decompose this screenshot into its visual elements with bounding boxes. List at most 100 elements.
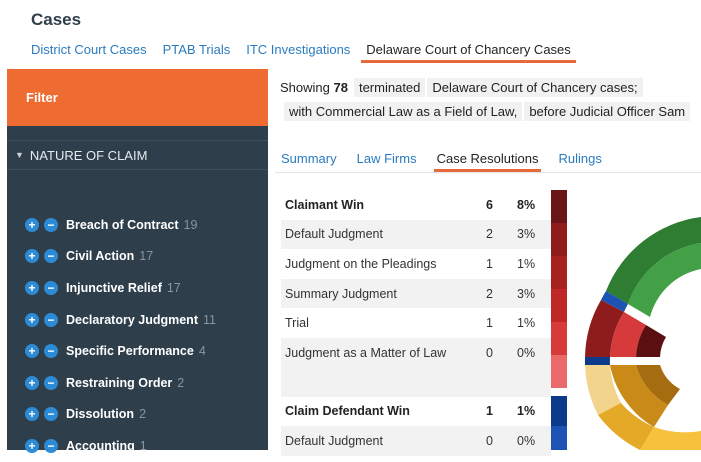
claimant-color-bar (551, 190, 567, 388)
claim-label[interactable]: Dissolution (66, 407, 134, 421)
tab-case-resolutions[interactable]: Case Resolutions (433, 151, 542, 172)
color-segment (551, 322, 567, 355)
result-count: 78 (333, 79, 348, 95)
tab-law-firms[interactable]: Law Firms (357, 151, 417, 166)
minus-icon[interactable]: − (44, 344, 58, 359)
resolution-percent: 3% (517, 286, 536, 301)
tabs-divider (275, 172, 701, 173)
minus-icon[interactable]: − (44, 312, 58, 327)
table-row[interactable]: Judgment as a Matter of Law 0 0% (281, 337, 551, 368)
claim-label[interactable]: Restraining Order (66, 376, 172, 390)
resolution-count: 0 (486, 433, 493, 448)
claim-item: + − Dissolution 2 (25, 399, 216, 431)
claim-item: + − Civil Action 17 (25, 241, 216, 273)
claim-count: 2 (139, 407, 147, 422)
results-summary: Showing 78 terminated Delaware Court of … (280, 75, 692, 123)
claim-label[interactable]: Breach of Contract (66, 218, 179, 232)
color-segment (551, 223, 567, 256)
claim-label[interactable]: Civil Action (66, 249, 134, 263)
filter-chip-status[interactable]: terminated (353, 77, 426, 97)
table-row[interactable]: Trial 1 1% (281, 308, 551, 338)
donut-segment-navy[interactable] (584, 357, 610, 365)
analytics-tabs: Summary Law Firms Case Resolutions Rulin… (281, 151, 622, 172)
resolution-label: Claimant Win (285, 197, 365, 212)
resolution-percent: 1% (517, 316, 536, 331)
page-title: Cases (31, 10, 82, 29)
claim-label[interactable]: Injunctive Relief (66, 281, 162, 295)
tab-district-court-cases[interactable]: District Court Cases (31, 42, 147, 57)
resolution-count: 6 (486, 197, 493, 212)
plus-icon[interactable]: + (25, 438, 39, 453)
resolution-count: 2 (486, 227, 493, 242)
resolution-label: Trial (285, 316, 309, 331)
resolution-percent: 8% (517, 197, 536, 212)
claim-count: 11 (202, 312, 216, 327)
table-row[interactable]: Claimant Win 6 8% (281, 190, 551, 220)
tab-rulings[interactable]: Rulings (558, 151, 601, 166)
donut-ring (584, 217, 701, 450)
color-segment (551, 256, 567, 289)
resolution-count: 2 (486, 286, 493, 301)
minus-icon[interactable]: − (44, 217, 58, 232)
showing-text: Showing 78 (280, 80, 350, 95)
tab-delaware-chancery-cases[interactable]: Delaware Court of Chancery Cases (361, 42, 577, 63)
resolution-percent: 0% (517, 345, 536, 360)
resolution-label: Summary Judgment (285, 286, 397, 301)
minus-icon[interactable]: − (44, 407, 58, 422)
plus-icon[interactable]: + (25, 312, 39, 327)
filter-chip-judge[interactable]: before Judicial Officer Sam (524, 101, 691, 121)
claim-item: + − Breach of Contract 19 (25, 209, 216, 241)
claim-list: + − Breach of Contract 19 + − Civil Action… (25, 209, 216, 462)
claim-count: 4 (198, 344, 206, 359)
plus-icon[interactable]: + (25, 280, 39, 295)
filter-sidebar: Filter ▼ NATURE OF CLAIM + − Breach of Co… (7, 69, 268, 453)
claim-label[interactable]: Declaratory Judgment (66, 313, 198, 327)
minus-icon[interactable]: − (44, 249, 58, 264)
nature-of-claim-toggle[interactable]: ▼ NATURE OF CLAIM (7, 140, 268, 170)
resolution-label: Claim Defendant Win (285, 404, 410, 419)
color-segment (551, 289, 567, 322)
resolution-percent: 3% (517, 227, 536, 242)
plus-icon[interactable]: + (25, 249, 39, 264)
plus-icon[interactable]: + (25, 407, 39, 422)
resolution-count: 1 (486, 256, 493, 271)
claim-label[interactable]: Accounting (66, 439, 135, 453)
plus-icon[interactable]: + (25, 375, 39, 390)
table-row[interactable]: Judgment on the Pleadings 1 1% (281, 249, 551, 279)
tab-ptab-trials[interactable]: PTAB Trials (163, 42, 231, 57)
table-row[interactable]: Default Judgment 0 0% (281, 426, 551, 456)
showing-prefix: Showing (280, 79, 330, 95)
minus-icon[interactable]: − (44, 438, 58, 453)
claim-label[interactable]: Specific Performance (66, 344, 194, 358)
plus-icon[interactable]: + (25, 217, 39, 232)
tab-itc-investigations[interactable]: ITC Investigations (246, 42, 350, 57)
claim-item: + − Declaratory Judgment 11 (25, 304, 216, 336)
filter-header[interactable]: Filter (7, 69, 268, 126)
table-row[interactable]: Summary Judgment 2 3% (281, 278, 551, 309)
minus-icon[interactable]: − (44, 375, 58, 390)
resolution-count: 0 (486, 345, 493, 360)
table-row[interactable]: Claim Defendant Win 1 1% (281, 397, 551, 427)
tab-summary[interactable]: Summary (281, 151, 337, 166)
resolution-label: Judgment as a Matter of Law (285, 345, 447, 360)
plus-icon[interactable]: + (25, 344, 39, 359)
caret-down-icon: ▼ (15, 150, 24, 160)
minus-icon[interactable]: − (44, 280, 58, 295)
claim-item: + − Restraining Order 2 (25, 367, 216, 399)
table-row[interactable]: Default Judgment 2 3% (281, 219, 551, 250)
resolution-percent: 1% (517, 404, 536, 419)
claim-item: + − Accounting 1 (25, 430, 216, 462)
color-segment (551, 426, 567, 450)
filter-chip-field-of-law[interactable]: with Commercial Law as a Field of Law, (284, 101, 523, 121)
resolution-percent: 1% (517, 256, 536, 271)
resolution-percent: 0% (517, 433, 536, 448)
claim-count: 19 (183, 217, 198, 232)
claim-count: 17 (166, 280, 181, 295)
claim-count: 17 (139, 249, 154, 264)
color-segment (551, 355, 567, 388)
resolution-label: Default Judgment (285, 227, 383, 242)
claim-count: 1 (139, 438, 147, 453)
color-segment (551, 396, 567, 426)
resolution-label: Judgment on the Pleadings (285, 256, 437, 271)
filter-chip-court[interactable]: Delaware Court of Chancery cases; (427, 77, 643, 97)
